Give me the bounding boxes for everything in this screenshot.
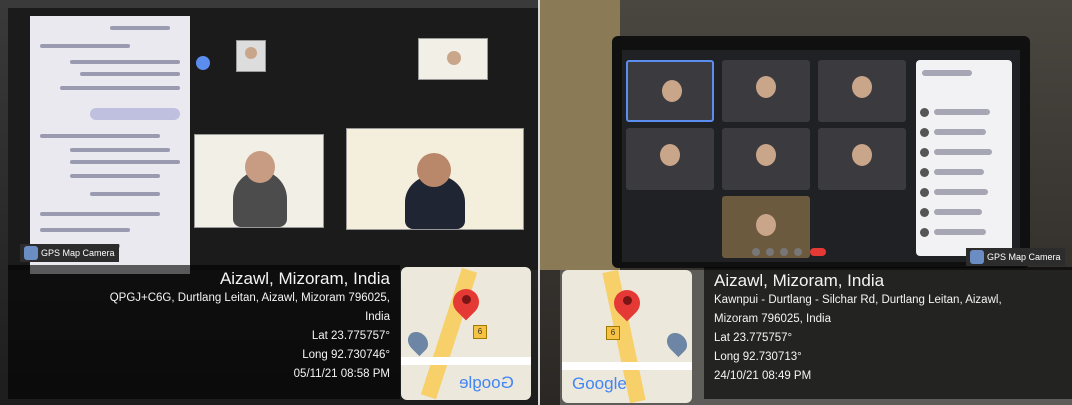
longitude: Long 92.730746°: [302, 349, 390, 361]
road-number-badge: 6: [606, 326, 620, 340]
latitude: Lat 23.775757°: [714, 332, 793, 344]
participant-dot: [920, 228, 929, 237]
video-tile[interactable]: [722, 128, 810, 190]
left-monitor-screen: GPS Map Camera: [8, 8, 540, 274]
participant-face: [447, 51, 461, 65]
road-number-badge: 6: [473, 325, 487, 339]
camera-icon: [24, 246, 38, 260]
speaker-tile-2[interactable]: [346, 128, 524, 230]
panel-line: [934, 209, 982, 215]
panel-line: [934, 129, 986, 135]
panel-line: [934, 189, 988, 195]
participant-face: [756, 144, 776, 166]
participant-dot: [920, 148, 929, 157]
latitude: Lat 23.775757°: [311, 330, 390, 342]
laptop: [612, 36, 1030, 268]
datetime: 24/10/21 08:49 PM: [714, 370, 812, 382]
address-line-2: India: [365, 311, 390, 323]
location-pin-dot: [462, 295, 471, 304]
video-tile[interactable]: [818, 128, 906, 190]
participant-face: [756, 76, 776, 98]
participant-dot: [920, 168, 929, 177]
participant-face: [245, 47, 257, 59]
right-laptop-screen: [622, 50, 1020, 262]
mic-icon[interactable]: [752, 248, 760, 256]
wall-panel: [540, 0, 620, 270]
camera-watermark: GPS Map Camera: [20, 244, 119, 262]
right-location-overlay: Aizawl, Mizoram, India Kawnpui - Durtlan…: [704, 267, 1072, 399]
address-line-1: Kawnpui - Durtlang - Silchar Rd, Durtlan…: [714, 294, 1002, 306]
panel-line: [934, 109, 990, 115]
chat-line: [80, 72, 180, 76]
speaker-face: [417, 153, 451, 187]
longitude: Long 92.730713°: [714, 351, 802, 363]
participant-dot: [920, 208, 929, 217]
video-tile[interactable]: [818, 60, 906, 122]
participant-avatar[interactable]: [196, 56, 210, 70]
chat-line: [40, 228, 130, 232]
participant-dot: [920, 128, 929, 137]
speaker-face: [245, 151, 275, 183]
participant-thumbnail[interactable]: [236, 40, 266, 72]
camera-badge-label: GPS Map Camera: [987, 252, 1061, 262]
map-road: [562, 362, 692, 370]
left-location-text: Aizawl, Mizoram, India QPGJ+C6G, Durtlan…: [110, 269, 390, 384]
participant-face: [852, 144, 872, 166]
participant-face: [660, 144, 680, 166]
panel-line: [934, 229, 986, 235]
left-photo: GPS Map Camera 6 Google Aizawl, Mizoram,…: [0, 0, 540, 405]
google-logo: Google: [572, 374, 627, 393]
chat-line: [70, 160, 180, 164]
location-pin-dot: [623, 296, 632, 305]
video-tile[interactable]: [626, 60, 714, 122]
church-marker-icon: [403, 327, 433, 357]
participant-face: [852, 76, 872, 98]
more-icon[interactable]: [794, 248, 802, 256]
chat-line: [70, 148, 170, 152]
panel-line: [934, 149, 992, 155]
camera-badge-label: GPS Map Camera: [41, 248, 115, 258]
meeting-controls: [752, 248, 862, 258]
chat-line: [40, 134, 160, 138]
participant-face: [662, 80, 682, 102]
chat-line: [40, 44, 130, 48]
chat-line: [60, 86, 180, 90]
chat-line: [70, 174, 160, 178]
church-marker-icon: [662, 328, 692, 358]
address-line-2: Mizoram 796025, India: [714, 313, 831, 325]
video-tile[interactable]: [722, 60, 810, 122]
camera-icon: [970, 250, 984, 264]
right-map-thumbnail: 6 Google: [562, 270, 692, 403]
datetime: 05/11/21 08:58 PM: [293, 368, 390, 380]
location-title: Aizawl, Mizoram, India: [714, 271, 885, 290]
end-call-icon[interactable]: [810, 248, 826, 256]
camera-watermark: GPS Map Camera: [966, 248, 1065, 266]
present-icon[interactable]: [780, 248, 788, 256]
address-line-1: QPGJ+C6G, Durtlang Leitan, Aizawl, Mizor…: [109, 292, 390, 304]
participant-dot: [920, 188, 929, 197]
chat-line: [70, 60, 180, 64]
google-logo: Google: [459, 373, 514, 392]
left-location-overlay: Aizawl, Mizoram, India QPGJ+C6G, Durtlan…: [8, 265, 400, 399]
camera-toggle-icon[interactable]: [766, 248, 774, 256]
panel-line: [922, 70, 972, 76]
chat-line: [110, 26, 170, 30]
participant-face: [756, 214, 776, 236]
video-tile[interactable]: [626, 128, 714, 190]
participant-thumbnail[interactable]: [418, 38, 488, 80]
chat-panel: [30, 16, 190, 274]
map-road: [401, 357, 531, 365]
speaker-tile-1[interactable]: [194, 134, 324, 228]
people-panel: [916, 60, 1012, 256]
chat-line: [40, 212, 160, 216]
chat-line: [90, 192, 160, 196]
right-location-text: Aizawl, Mizoram, India Kawnpui - Durtlan…: [714, 271, 1002, 386]
panel-line: [934, 169, 984, 175]
location-title: Aizawl, Mizoram, India: [219, 269, 390, 288]
chat-button[interactable]: [90, 108, 180, 120]
left-map-thumbnail: 6 Google: [401, 267, 531, 400]
participant-dot: [920, 108, 929, 117]
